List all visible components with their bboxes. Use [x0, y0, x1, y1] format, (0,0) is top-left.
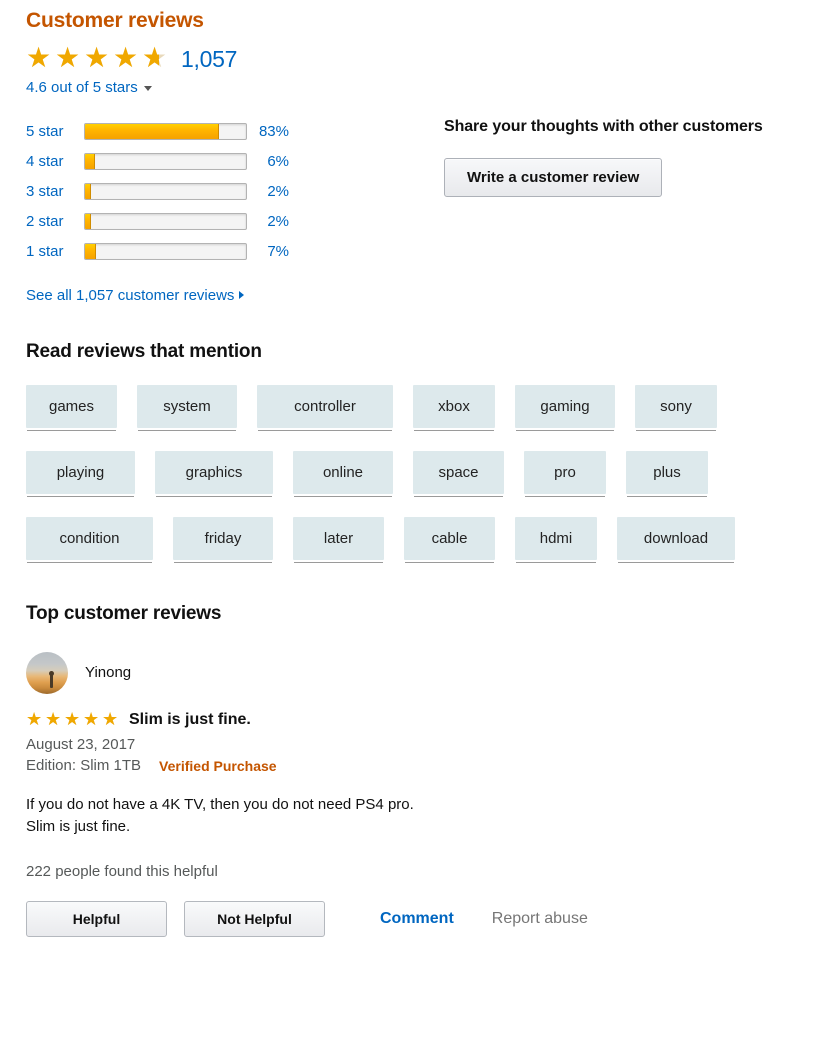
avatar-silhouette-icon — [48, 670, 54, 688]
rating-histogram-label[interactable]: 4 star — [26, 153, 84, 170]
rating-histogram-percent[interactable]: 2% — [247, 213, 307, 230]
average-rating-stars: ★ ★ ★ ★ ★ ★ ★ ★ ★ ★ — [26, 44, 171, 75]
share-thoughts-panel: Share your thoughts with other customers… — [326, 117, 763, 267]
report-abuse-link[interactable]: Report abuse — [492, 910, 588, 928]
star-icon: ★ ★ — [102, 708, 119, 729]
mention-tag-xbox[interactable]: xbox — [413, 384, 495, 428]
mention-tag-row: games system controller xbox gaming sony — [26, 384, 831, 428]
rating-histogram-bar-fill — [85, 244, 97, 260]
review-headline-row: ★ ★ ★ ★ ★ ★ ★ ★ ★ ★ Slim is just fine. — [26, 710, 831, 730]
share-thoughts-title: Share your thoughts with other customers — [444, 117, 763, 135]
customer-reviews-page: Customer reviews ★ ★ ★ ★ ★ ★ ★ ★ ★ ★ 1,057 4.6 ou… — [0, 0, 831, 938]
star-icon: ★ ★ — [84, 42, 110, 73]
verified-purchase-badge: Verified Purchase — [159, 757, 277, 774]
read-reviews-that-mention-title: Read reviews that mention — [26, 340, 262, 362]
rating-histogram-label[interactable]: 5 star — [26, 123, 84, 140]
rating-histogram-bar[interactable] — [84, 183, 247, 201]
mention-tag-row: condition friday later cable hdmi download — [26, 516, 831, 560]
rating-histogram-row[interactable]: 4 star 6% — [26, 147, 326, 177]
rating-histogram-row[interactable]: 2 star 2% — [26, 207, 326, 237]
rating-histogram: 5 star 83% 4 star 6% 3 star 2% 2 star 2% 1 star 7… — [26, 117, 326, 267]
mention-tag-online[interactable]: online — [293, 450, 393, 494]
top-customer-reviews-title: Top customer reviews — [26, 602, 222, 624]
rating-histogram-percent[interactable]: 7% — [247, 243, 307, 260]
star-icon: ★ ★ — [26, 42, 52, 73]
total-review-count[interactable]: 1,057 — [181, 46, 237, 73]
rating-histogram-label[interactable]: 1 star — [26, 243, 84, 260]
mention-tag-condition[interactable]: condition — [26, 516, 153, 560]
mention-tag-system[interactable]: system — [137, 384, 237, 428]
mention-tag-playing[interactable]: playing — [26, 450, 135, 494]
rating-histogram-bar-fill — [85, 184, 91, 200]
mention-tag-friday[interactable]: friday — [173, 516, 273, 560]
write-a-customer-review-button[interactable]: Write a customer review — [444, 157, 663, 197]
mention-tag-games[interactable]: games — [26, 384, 117, 428]
arrow-right-icon — [239, 291, 245, 300]
avatar-landscape-photo[interactable] — [26, 651, 68, 694]
mention-tag-hdmi[interactable]: hdmi — [515, 516, 597, 560]
mention-tag-row: playing graphics online space pro plus — [26, 450, 831, 494]
review-title[interactable]: Slim is just fine. — [129, 711, 251, 729]
rating-breakdown-section: 5 star 83% 4 star 6% 3 star 2% 2 star 2% 1 star 7… — [26, 117, 831, 267]
chevron-down-icon — [143, 85, 152, 91]
rating-histogram-bar[interactable] — [84, 153, 247, 171]
rating-histogram-label[interactable]: 2 star — [26, 213, 84, 230]
mention-tag-plus[interactable]: plus — [626, 450, 708, 494]
helpful-vote-count: 222 people found this helpful — [26, 863, 218, 881]
star-icon: ★ ★ — [83, 708, 100, 729]
rating-summary: ★ ★ ★ ★ ★ ★ ★ ★ ★ ★ 1,057 — [26, 44, 831, 75]
review-author-row: Yinong — [26, 651, 831, 694]
star-icon: ★ ★ — [64, 708, 81, 729]
star-icon: ★ ★ — [26, 708, 43, 729]
page-title: Customer reviews — [26, 9, 204, 32]
rating-dropdown[interactable]: 4.6 out of 5 stars — [26, 79, 831, 96]
see-all-reviews-link[interactable]: See all 1,057 customer reviews — [26, 286, 245, 304]
rating-histogram-bar-fill — [85, 124, 219, 140]
mention-tag-controller[interactable]: controller — [257, 384, 393, 428]
mention-tag-pro[interactable]: pro — [524, 450, 606, 494]
review-meta-row: Edition: Slim 1TB Verified Purchase — [26, 757, 831, 774]
star-icon: ★ ★ — [113, 42, 139, 73]
mention-tag-graphics[interactable]: graphics — [155, 450, 273, 494]
review-edition: Edition: Slim 1TB — [26, 757, 142, 775]
rating-histogram-bar[interactable] — [84, 123, 247, 141]
review-rating-stars: ★ ★ ★ ★ ★ ★ ★ ★ ★ ★ — [26, 710, 121, 730]
out-of-five-label: 4.6 out of 5 stars — [26, 78, 138, 96]
mention-tag-cable[interactable]: cable — [404, 516, 495, 560]
rating-histogram-row[interactable]: 5 star 83% — [26, 117, 326, 147]
not-helpful-button[interactable]: Not Helpful — [184, 901, 325, 938]
rating-histogram-bar[interactable] — [84, 213, 247, 231]
mention-tag-space[interactable]: space — [413, 450, 504, 494]
star-icon: ★ ★ — [142, 42, 168, 73]
rating-histogram-bar-fill — [85, 214, 91, 230]
star-icon: ★ ★ — [55, 42, 81, 73]
mention-tag-gaming[interactable]: gaming — [515, 384, 615, 428]
mention-tag-later[interactable]: later — [293, 516, 384, 560]
rating-histogram-percent[interactable]: 2% — [247, 183, 307, 200]
helpful-button[interactable]: Helpful — [26, 901, 167, 938]
mention-tag-download[interactable]: download — [617, 516, 735, 560]
star-icon: ★ ★ — [45, 708, 62, 729]
review-author-name[interactable]: Yinong — [85, 664, 131, 681]
rating-histogram-row[interactable]: 1 star 7% — [26, 237, 326, 267]
review-body-line: If you do not have a 4K TV, then you do … — [26, 796, 414, 814]
rating-histogram-percent[interactable]: 6% — [247, 153, 307, 170]
rating-histogram-bar-fill — [85, 154, 95, 170]
review-body: If you do not have a 4K TV, then you do … — [26, 794, 831, 838]
rating-histogram-bar[interactable] — [84, 243, 247, 261]
review-actions-row: Helpful Not Helpful Comment Report abuse — [26, 901, 831, 938]
review-date: August 23, 2017 — [26, 736, 136, 754]
mention-tag-list: games system controller xbox gaming sony playi… — [26, 384, 831, 560]
comment-link[interactable]: Comment — [380, 910, 454, 928]
rating-histogram-percent[interactable]: 83% — [247, 123, 307, 140]
rating-histogram-label[interactable]: 3 star — [26, 183, 84, 200]
rating-histogram-row[interactable]: 3 star 2% — [26, 177, 326, 207]
review-body-line: Slim is just fine. — [26, 818, 131, 836]
mention-tag-sony[interactable]: sony — [635, 384, 717, 428]
see-all-reviews-label: See all 1,057 customer reviews — [26, 286, 235, 304]
